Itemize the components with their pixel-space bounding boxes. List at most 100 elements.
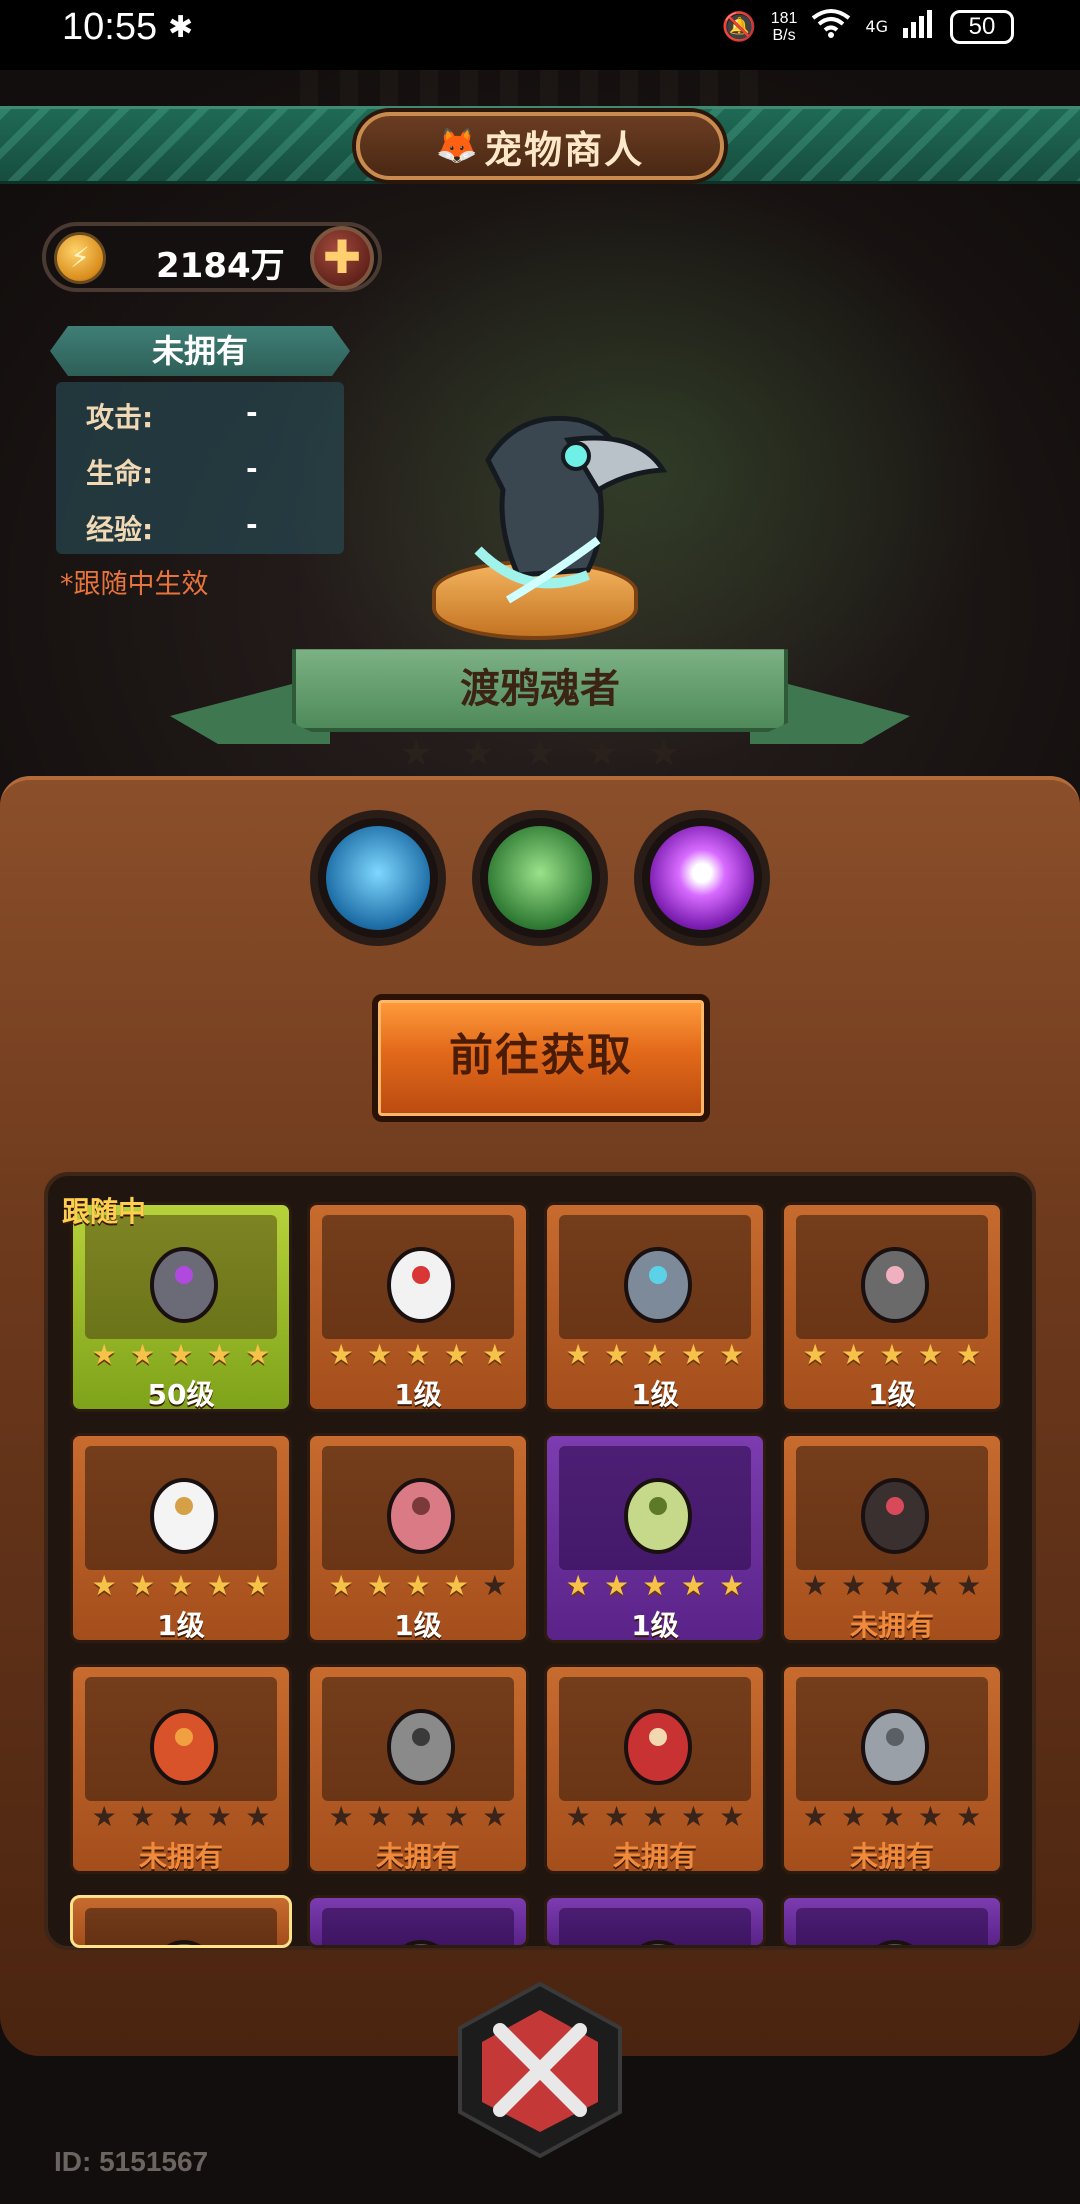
pet-level: 未拥有	[138, 1840, 223, 1873]
pet-card-gauntlet-pet[interactable]: ★ ★ ★ ★ ★ 未拥有	[781, 1664, 1003, 1874]
add-currency-button[interactable]: ✚	[310, 226, 374, 290]
pet-star-rating: ★ ★ ★ ★ ★	[322, 1570, 514, 1602]
net-speed-unit: B/s	[772, 26, 796, 44]
stat-label: 经验:	[86, 513, 154, 546]
pet-star-rating: ★ ★ ★ ★ ★	[559, 1339, 751, 1371]
bat-pet-icon	[150, 1247, 218, 1323]
pet-card-spider-pet[interactable]: ★ ★ ★ ★ ★ 1级	[544, 1202, 766, 1412]
star-icon: ★	[245, 1338, 271, 1371]
pet-card-chest-pet[interactable]: ★ ★ ★ ★ ★ 未拥有	[781, 1433, 1003, 1643]
stat-value: -	[246, 396, 258, 429]
pet-card-owl-pet[interactable]: ★ ★ ★ ★ ★ 1级	[544, 1433, 766, 1643]
star-icon: ★	[482, 1800, 508, 1833]
fox-icon: 🦊	[435, 126, 479, 166]
skill-slot-claw[interactable]	[472, 810, 608, 946]
pet-star-rating: ★ ★ ★ ★ ★	[796, 1339, 988, 1371]
skill-slot-ghost[interactable]	[310, 810, 446, 946]
star-icon: ★	[482, 1338, 508, 1371]
partial-pet-4-icon	[878, 1940, 912, 1945]
star-icon: ★	[642, 1800, 668, 1833]
star-icon: ★	[245, 1569, 271, 1602]
pet-card-diver-pet[interactable]: ★ ★ ★ ★ ★ 1级	[781, 1202, 1003, 1412]
pet-level: 未拥有	[849, 1609, 934, 1642]
star-icon: ★	[879, 1800, 905, 1833]
pet-level: 1级	[394, 1378, 442, 1411]
coin-icon: ⚡	[54, 232, 106, 284]
status-bar: 10:55 ✱ 🔕 181 B/s 4G 50	[0, 0, 1080, 70]
pet-card-dragon-pet[interactable]: ★ ★ ★ ★ ★ 未拥有	[70, 1664, 292, 1874]
star-icon: ★	[565, 1338, 591, 1371]
pet-star-rating: ★ ★ ★ ★ ★	[85, 1570, 277, 1602]
close-emblem-button[interactable]	[450, 1980, 630, 2160]
pet-level: 1级	[394, 1609, 442, 1642]
player-id: ID: 5151567	[54, 2146, 209, 2177]
pet-star-rating: ★ ★ ★ ★ ★	[85, 1801, 277, 1833]
pet-star-rating: ★ ★ ★ ★ ★	[85, 1339, 277, 1371]
star-icon: ★	[328, 1569, 354, 1602]
skill-slot-chat[interactable]	[634, 810, 770, 946]
pet-card-partial-pet-2[interactable]	[307, 1895, 529, 1948]
star-icon: ★	[130, 1338, 156, 1371]
star-icon: ★	[802, 1569, 828, 1602]
partial-pet-1-icon	[167, 1940, 201, 1945]
star-icon: ★	[130, 1800, 156, 1833]
star-icon: ★	[680, 1569, 706, 1602]
star-icon: ★	[841, 1569, 867, 1602]
following-tag: 跟随中	[62, 1195, 147, 1228]
star-icon: ★	[400, 733, 433, 774]
star-icon: ★	[917, 1800, 943, 1833]
pet-star-rating: ★ ★ ★ ★ ★	[796, 1801, 988, 1833]
star-icon: ★	[367, 1569, 393, 1602]
stats-note: *跟随中生效	[60, 569, 209, 600]
star-icon: ★	[802, 1800, 828, 1833]
ownership-status: 未拥有	[50, 326, 350, 376]
goose-pet-icon	[150, 1478, 218, 1554]
star-icon: ★	[565, 1569, 591, 1602]
pet-card-bat-pet[interactable]: ★ ★ ★ ★ ★ 50级	[70, 1202, 292, 1412]
page-title: 宠物商人	[484, 127, 645, 172]
go-get-button[interactable]: 前往获取	[372, 994, 710, 1122]
star-icon: ★	[642, 1569, 668, 1602]
owl-pet-icon	[624, 1478, 692, 1554]
star-icon: ★	[168, 1569, 194, 1602]
net-speed: 181 B/s	[771, 10, 798, 44]
stat-attack: 攻击: -	[56, 384, 344, 440]
star-icon: ★	[328, 1338, 354, 1371]
star-icon: ★	[461, 733, 495, 774]
star-icon: ★	[680, 1338, 706, 1371]
pet-card-clown-pet[interactable]: ★ ★ ★ ★ ★ 1级	[307, 1202, 529, 1412]
battery-indicator: 50	[950, 9, 1014, 44]
partial-pet-2-icon	[404, 1940, 438, 1945]
star-icon: ★	[443, 1338, 469, 1371]
stat-value: -	[246, 508, 258, 541]
star-icon: ★	[956, 1569, 982, 1602]
stats-panel: 攻击: - 生命: - 经验: -	[56, 382, 344, 554]
star-icon: ★	[956, 1338, 982, 1371]
star-icon: ★	[647, 733, 680, 774]
star-icon: ★	[604, 1800, 630, 1833]
raven-pet-icon	[474, 415, 668, 604]
pet-card-partial-pet-1[interactable]	[70, 1895, 292, 1948]
star-icon: ★	[802, 1338, 828, 1371]
pet-level: 1级	[157, 1609, 205, 1642]
pet-card-goose-pet[interactable]: ★ ★ ★ ★ ★ 1级	[70, 1433, 292, 1643]
star-icon: ★	[443, 1800, 469, 1833]
pet-card-partial-pet-4[interactable]	[781, 1895, 1003, 1948]
pet-level: 50级	[147, 1378, 215, 1411]
pet-card-daruma-pet[interactable]: ★ ★ ★ ★ ★ 未拥有	[544, 1664, 766, 1874]
currency-bar: ⚡ 2184万 ✚	[42, 222, 382, 292]
star-icon: ★	[367, 1338, 393, 1371]
pet-card-pig-pet[interactable]: ★ ★ ★ ★ ★ 1级	[307, 1433, 529, 1643]
pet-card-knight-pet[interactable]: ★ ★ ★ ★ ★ 未拥有	[307, 1664, 529, 1874]
star-icon: ★	[523, 733, 557, 774]
pig-pet-icon	[387, 1478, 455, 1554]
chat-bubble-icon	[650, 826, 754, 930]
star-icon: ★	[405, 1338, 431, 1371]
star-icon: ★	[91, 1569, 117, 1602]
chest-pet-icon	[861, 1478, 929, 1554]
star-icon: ★	[91, 1800, 117, 1833]
star-icon: ★	[604, 1338, 630, 1371]
title-plate: 🦊 宠物商人	[356, 112, 724, 180]
net-speed-value: 181	[770, 9, 798, 27]
pet-card-partial-pet-3[interactable]	[544, 1895, 766, 1948]
